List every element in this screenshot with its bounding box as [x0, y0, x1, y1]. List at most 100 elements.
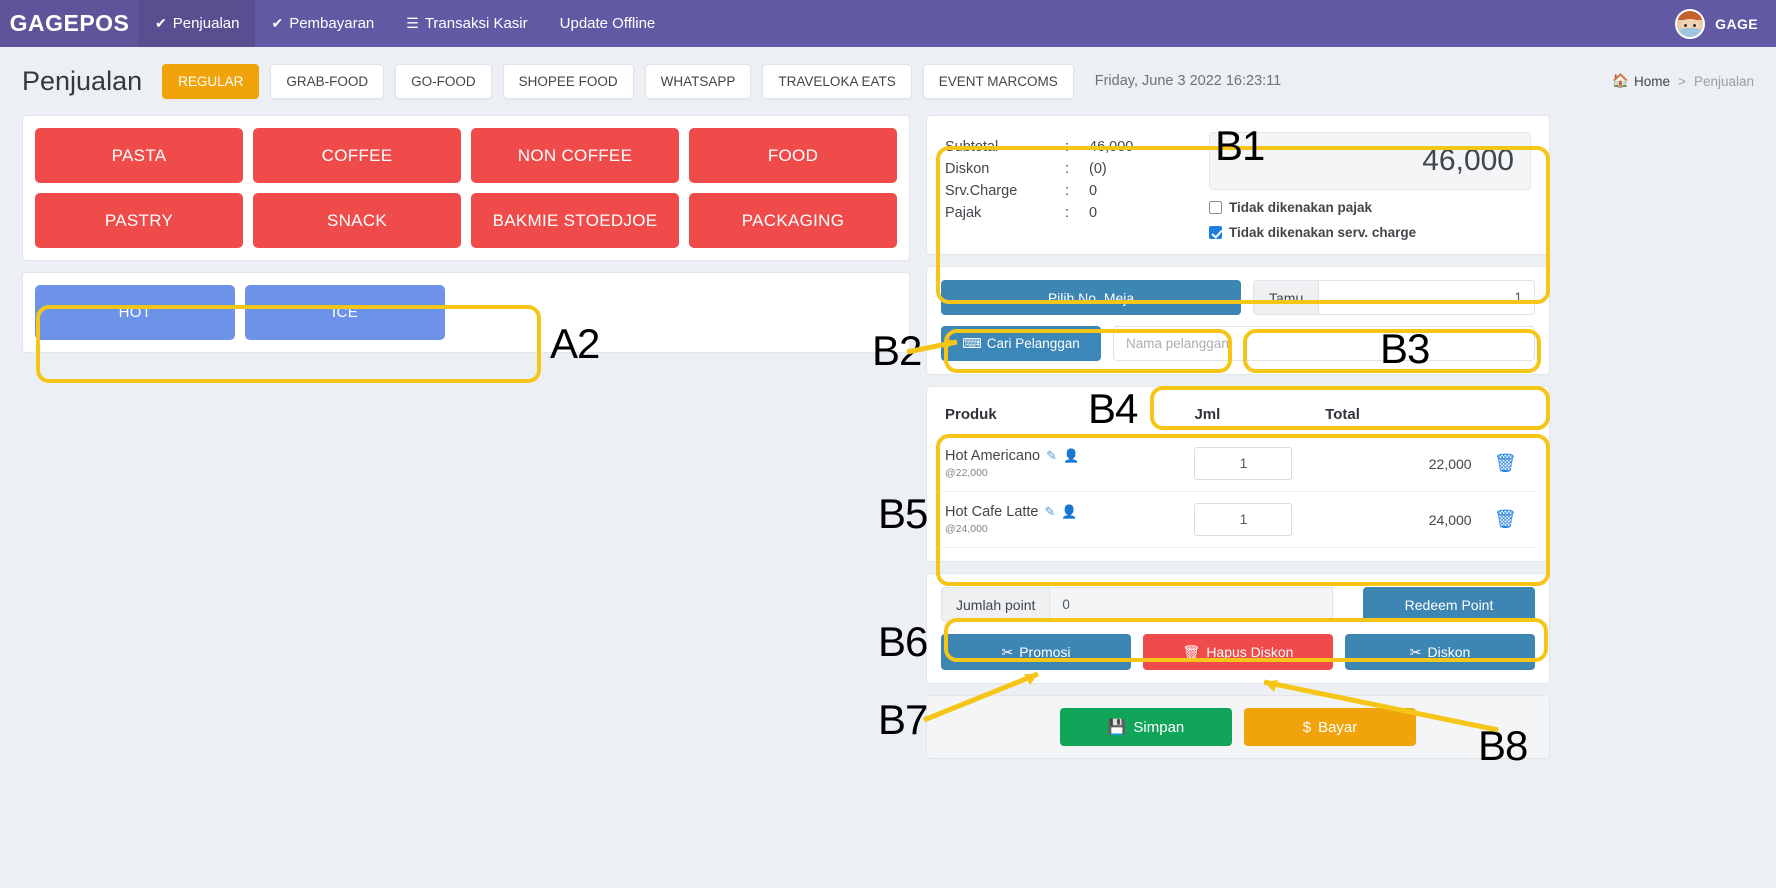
- summary-row-subtotal: Subtotal : 46,000: [945, 136, 1195, 158]
- channel-tab-grab-food[interactable]: GRAB-FOOD: [270, 63, 385, 99]
- submit-bar: 💾 Simpan $ Bayar: [926, 695, 1550, 759]
- bayar-label: Bayar: [1318, 718, 1358, 736]
- qty-cell-1: 1: [1190, 435, 1322, 492]
- redeem-point-button[interactable]: Redeem Point: [1363, 587, 1535, 622]
- trash-icon[interactable]: 🗑: [1475, 491, 1535, 548]
- product-list-panel: Produk Jml Total Hot Americano ✎ 👤 @22,0…: [926, 386, 1550, 562]
- check-icon: ✔: [155, 15, 167, 31]
- channel-tab-traveloka-eats[interactable]: TRAVELOKA EATS: [762, 63, 912, 99]
- scissors-icon: ✂: [1001, 643, 1014, 660]
- nav-item-update-offline-label: Update Offline: [559, 15, 656, 32]
- tax-exempt-label: Tidak dikenakan pajak: [1229, 200, 1373, 215]
- column-header-actions: [1475, 400, 1535, 436]
- left-panel: PASTA COFFEE NON COFFEE FOOD PASTRY SNAC…: [22, 115, 910, 353]
- person-icon[interactable]: 👤: [1063, 448, 1079, 464]
- quantity-input-1[interactable]: 1: [1194, 447, 1293, 480]
- customer-name-input[interactable]: [1113, 326, 1535, 361]
- summary-value-srv-charge: 0: [1089, 183, 1098, 199]
- service-charge-exempt-checkbox[interactable]: [1209, 226, 1222, 239]
- checkbox-row-tax[interactable]: Tidak dikenakan pajak: [1209, 200, 1531, 215]
- grand-total-display: 46,000: [1209, 132, 1531, 190]
- category-button-food[interactable]: FOOD: [689, 128, 897, 183]
- nav-item-update-offline[interactable]: Update Offline: [544, 0, 672, 47]
- check-icon: ✔: [271, 15, 284, 31]
- product-unit-price-2: @24,000: [945, 523, 988, 535]
- product-unit-price-1: @22,000: [945, 467, 988, 479]
- trash-icon[interactable]: 🗑: [1475, 435, 1535, 492]
- category-button-pasta[interactable]: PASTA: [35, 128, 243, 183]
- table-row: Hot Cafe Latte ✎ 👤 @24,000 1 24,000 🗑: [941, 491, 1535, 548]
- guest-count-input[interactable]: 1: [1319, 281, 1534, 314]
- product-name-1: Hot Americano: [945, 448, 1041, 464]
- order-summary-panel: Subtotal : 46,000 Diskon : (0) Srv.Charg…: [926, 115, 1550, 255]
- list-icon: ☰: [406, 15, 419, 31]
- category-button-snack[interactable]: SNACK: [253, 193, 461, 248]
- checkbox-row-service[interactable]: Tidak dikenakan serv. charge: [1209, 225, 1531, 240]
- category-button-packaging[interactable]: PACKAGING: [689, 193, 897, 248]
- breadcrumb-separator: >: [1678, 73, 1686, 89]
- summary-rows: Subtotal : 46,000 Diskon : (0) Srv.Charg…: [945, 132, 1195, 240]
- channel-tab-regular[interactable]: REGULAR: [162, 63, 260, 99]
- temperature-button-hot[interactable]: HOT: [35, 285, 235, 340]
- cari-pelanggan-label: Cari Pelanggan: [986, 336, 1080, 351]
- temperature-button-ice[interactable]: ICE: [245, 285, 445, 340]
- simpan-label: Simpan: [1133, 718, 1185, 736]
- home-icon: 🏠: [1612, 73, 1630, 88]
- product-name-wrap-2: Hot Cafe Latte ✎ 👤: [945, 504, 1186, 520]
- quantity-input-2[interactable]: 1: [1194, 503, 1293, 536]
- category-button-non-coffee[interactable]: NON COFFEE: [471, 128, 679, 183]
- category-button-bakmie-stoedjoe[interactable]: BAKMIE STOEDJOE: [471, 193, 679, 248]
- pencil-icon[interactable]: ✎: [1045, 504, 1056, 520]
- service-charge-exempt-label: Tidak dikenakan serv. charge: [1229, 225, 1417, 240]
- guest-count-group[interactable]: Tamu 1: [1253, 280, 1535, 315]
- avatar: [1675, 8, 1706, 39]
- pencil-icon[interactable]: ✎: [1046, 448, 1057, 464]
- username-label: GAGE: [1715, 15, 1758, 32]
- bayar-button[interactable]: $ Bayar: [1244, 708, 1416, 746]
- table-guest-row: Pilih No. Meja Tamu 1: [941, 280, 1535, 315]
- user-menu[interactable]: GAGE: [1675, 0, 1776, 47]
- pilih-no-meja-button[interactable]: Pilih No. Meja: [941, 280, 1241, 315]
- summary-label-subtotal: Subtotal: [945, 139, 999, 155]
- promosi-button[interactable]: ✂ Promosi: [941, 634, 1131, 670]
- cari-pelanggan-button[interactable]: ⌨ Cari Pelanggan: [941, 326, 1101, 361]
- simpan-button[interactable]: 💾 Simpan: [1060, 708, 1232, 746]
- nav-item-penjualan[interactable]: ✔ Penjualan: [139, 0, 256, 47]
- points-input[interactable]: 0: [1049, 587, 1333, 622]
- breadcrumb: 🏠 Home > Penjualan: [1612, 73, 1754, 89]
- line-total-1: 22,000: [1321, 435, 1476, 492]
- hapus-diskon-button[interactable]: 🗑 Hapus Diskon: [1143, 634, 1333, 670]
- person-icon[interactable]: 👤: [1061, 504, 1077, 520]
- app-logo[interactable]: GAGEPOS: [0, 0, 139, 47]
- category-button-coffee[interactable]: COFFEE: [253, 128, 461, 183]
- nav-item-penjualan-label: Penjualan: [172, 15, 240, 32]
- nav-item-pembayaran-label: Pembayaran: [289, 15, 375, 32]
- product-table-header-row: Produk Jml Total: [941, 400, 1535, 436]
- dollar-icon: $: [1302, 718, 1312, 736]
- summary-label-pajak: Pajak: [945, 205, 982, 221]
- channel-tab-shopee-food[interactable]: SHOPEE FOOD: [502, 63, 634, 99]
- guest-count-label: Tamu: [1254, 281, 1320, 314]
- temperature-group: HOT ICE: [22, 272, 910, 353]
- summary-separator: :: [1065, 205, 1070, 221]
- nav-item-pembayaran[interactable]: ✔ Pembayaran: [255, 0, 390, 47]
- product-cell-1: Hot Americano ✎ 👤 @22,000: [941, 435, 1191, 492]
- breadcrumb-home[interactable]: 🏠 Home: [1612, 73, 1670, 89]
- channel-tab-go-food[interactable]: GO-FOOD: [395, 63, 492, 99]
- summary-separator: :: [1065, 183, 1070, 199]
- tax-exempt-checkbox[interactable]: [1209, 201, 1222, 214]
- category-grid: PASTA COFFEE NON COFFEE FOOD PASTRY SNAC…: [22, 115, 910, 261]
- category-button-pastry[interactable]: PASTRY: [35, 193, 243, 248]
- diskon-label: Diskon: [1427, 644, 1471, 660]
- channel-tab-whatsapp[interactable]: WHATSAPP: [644, 63, 752, 99]
- product-table: Produk Jml Total Hot Americano ✎ 👤 @22,0…: [941, 400, 1535, 548]
- diskon-button[interactable]: ✂ Diskon: [1345, 634, 1535, 670]
- summary-label-srv-charge: Srv.Charge: [945, 183, 1018, 199]
- table-guest-panel: Pilih No. Meja Tamu 1 ⌨ Cari Pelanggan: [926, 266, 1550, 375]
- summary-value-subtotal: 46,000: [1089, 139, 1134, 155]
- page-subheader: Penjualan REGULAR GRAB-FOOD GO-FOOD SHOP…: [0, 47, 1776, 115]
- summary-row-pajak: Pajak : 0: [945, 202, 1195, 224]
- nav-item-transaksi-kasir[interactable]: ☰ Transaksi Kasir: [390, 0, 543, 47]
- channel-tab-event-marcoms[interactable]: EVENT MARCOMS: [922, 63, 1074, 99]
- save-icon: 💾: [1107, 719, 1127, 736]
